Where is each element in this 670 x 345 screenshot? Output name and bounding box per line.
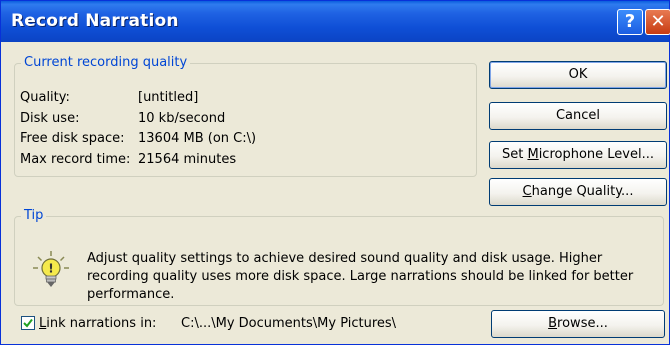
quality-label: Quality: — [20, 90, 70, 105]
set-mic-accel-key: M — [527, 147, 539, 162]
set-mic-text-post: icrophone Level... — [538, 147, 654, 162]
svg-text:!: ! — [48, 262, 53, 276]
max-record-time-value: 21564 minutes — [138, 152, 237, 167]
change-quality-text: hange Quality... — [531, 184, 634, 199]
window-title: Record Narration — [11, 11, 179, 31]
browse-button[interactable]: Browse... — [491, 310, 665, 338]
ok-button[interactable]: OK — [489, 61, 667, 89]
link-label-text: ink narrations in: — [46, 316, 157, 331]
checkmark-icon — [23, 318, 33, 328]
tip-group-legend: Tip — [21, 208, 47, 223]
quality-group-legend: Current recording quality — [21, 55, 191, 70]
browse-accel-key: B — [548, 316, 558, 331]
close-button[interactable]: ✕ — [645, 9, 670, 35]
link-path: C:\...\My Documents\My Pictures\ — [181, 316, 397, 331]
help-button[interactable]: ? — [617, 9, 643, 35]
browse-text: rowse... — [557, 316, 608, 331]
lightbulb-icon: ! — [31, 249, 71, 289]
max-record-time-label: Max record time: — [20, 152, 131, 167]
cancel-button[interactable]: Cancel — [489, 102, 667, 130]
tip-text-line-2: recording quality uses more disk space. … — [87, 269, 634, 284]
free-space-label: Free disk space: — [20, 131, 125, 146]
link-narrations-checkbox[interactable] — [21, 316, 35, 330]
disk-use-label: Disk use: — [20, 111, 80, 126]
quality-value: [untitled] — [138, 90, 199, 105]
set-mic-text-pre: Set — [501, 147, 528, 162]
link-narrations-label[interactable]: Link narrations in: — [39, 316, 156, 331]
disk-use-value: 10 kb/second — [138, 111, 226, 126]
set-microphone-level-button[interactable]: Set Microphone Level... — [489, 141, 667, 169]
tip-text-line-1: Adjust quality settings to achieve desir… — [87, 251, 603, 266]
change-quality-accel-key: C — [522, 184, 532, 199]
change-quality-button[interactable]: Change Quality... — [489, 178, 667, 206]
free-space-value: 13604 MB (on C:\) — [138, 131, 257, 146]
record-narration-dialog: Record Narration ? ✕ Current recording q… — [0, 0, 670, 345]
tip-text-line-3: performance. — [87, 287, 175, 302]
title-bar[interactable]: Record Narration ? ✕ — [1, 1, 670, 42]
